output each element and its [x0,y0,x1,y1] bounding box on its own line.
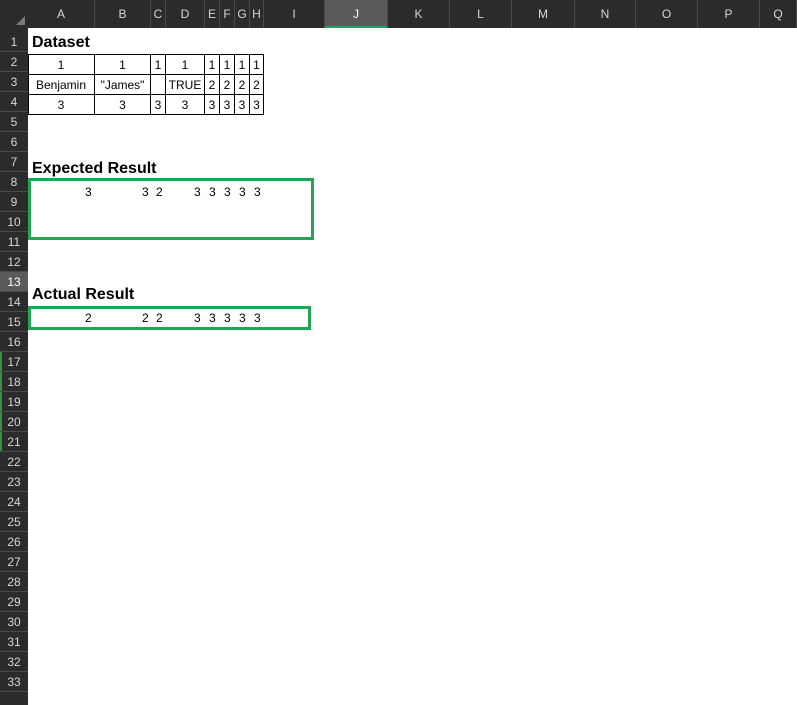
actual-value[interactable]: 3 [209,308,216,328]
column-header-c[interactable]: C [151,0,166,28]
expected-value[interactable]: 3 [254,182,261,202]
row-header-20[interactable]: 20 [0,412,28,432]
row-header-12[interactable]: 12 [0,252,28,272]
expected-value[interactable]: 3 [142,182,149,202]
actual-value[interactable]: 3 [194,308,201,328]
expected-value[interactable]: 2 [156,182,163,202]
heading-actual-result: Actual Result [32,286,135,303]
row-header-23[interactable]: 23 [0,472,28,492]
select-all-corner[interactable] [0,0,28,28]
column-header-i[interactable]: I [264,0,325,28]
row-header-31[interactable]: 31 [0,632,28,652]
row-header-8[interactable]: 8 [0,172,28,192]
row-header-21[interactable]: 21 [0,432,28,452]
dataset-cell-e-row4[interactable]: 3 [205,95,220,115]
actual-value[interactable]: 3 [239,308,246,328]
expected-value[interactable]: 3 [85,182,92,202]
column-header-h[interactable]: H [250,0,264,28]
dataset-cell-d-row4[interactable]: 3 [166,95,205,115]
dataset-cell-e-row3[interactable]: 2 [205,75,220,95]
column-header-n[interactable]: N [575,0,636,28]
row-header-26[interactable]: 26 [0,532,28,552]
column-header-e[interactable]: E [205,0,220,28]
row-header-5[interactable]: 5 [0,112,28,132]
column-header-d[interactable]: D [166,0,205,28]
row-header-18[interactable]: 18 [0,372,28,392]
expected-value[interactable]: 3 [209,182,216,202]
row-header-14[interactable]: 14 [0,292,28,312]
row-header-16[interactable]: 16 [0,332,28,352]
dataset-cell-h-row3[interactable]: 2 [250,75,264,95]
row-header-25[interactable]: 25 [0,512,28,532]
dataset-cell-e-row2[interactable]: 1 [205,55,220,75]
dataset-cell-a-row4[interactable]: 3 [28,95,95,115]
column-header-g[interactable]: G [235,0,250,28]
row-header-4[interactable]: 4 [0,92,28,112]
actual-value[interactable]: 3 [224,308,231,328]
dataset-cell-b-row2[interactable]: 1 [95,55,151,75]
row-header-9[interactable]: 9 [0,192,28,212]
heading-expected-result: Expected Result [32,160,157,177]
column-header-j[interactable]: J [325,0,388,28]
expected-value[interactable]: 3 [224,182,231,202]
dataset-cell-a-row2[interactable]: 1 [28,55,95,75]
column-header-l[interactable]: L [450,0,512,28]
row-header-17[interactable]: 17 [0,352,28,372]
dataset-cell-c-row3[interactable] [151,75,166,95]
column-header-q[interactable]: Q [760,0,797,28]
row-header-15[interactable]: 15 [0,312,28,332]
dataset-cell-d-row2[interactable]: 1 [166,55,205,75]
row-header-32[interactable]: 32 [0,652,28,672]
row-header-22[interactable]: 22 [0,452,28,472]
dataset-cell-c-row2[interactable]: 1 [151,55,166,75]
row-header-11[interactable]: 11 [0,232,28,252]
dataset-cell-h-row2[interactable]: 1 [250,55,264,75]
row-header-2[interactable]: 2 [0,52,28,72]
dataset-cell-g-row4[interactable]: 3 [235,95,250,115]
row-header-6[interactable]: 6 [0,132,28,152]
dataset-cell-f-row4[interactable]: 3 [220,95,235,115]
actual-value[interactable]: 2 [156,308,163,328]
row-header-3[interactable]: 3 [0,72,28,92]
dataset-cell-f-row3[interactable]: 2 [220,75,235,95]
spreadsheet[interactable]: ABCDEFGHIJKLMNOPQ 1 2 3 4 5 6 7 8 9 10 11 12 13 14 15 1… [0,0,797,705]
row-header-33[interactable]: 33 [0,672,28,692]
column-header-a[interactable]: A [28,0,95,28]
expected-value[interactable]: 3 [194,182,201,202]
column-header-m[interactable]: M [512,0,575,28]
actual-value[interactable]: 2 [142,308,149,328]
column-header-o[interactable]: O [636,0,698,28]
column-header-f[interactable]: F [220,0,235,28]
heading-dataset: Dataset [32,34,90,51]
dataset-cell-b-row4[interactable]: 3 [95,95,151,115]
row-header-7[interactable]: 7 [0,152,28,172]
row-header-27[interactable]: 27 [0,552,28,572]
select-all-icon [16,16,25,25]
dataset-cell-b-row3[interactable]: "James" [95,75,151,95]
row-header-29[interactable]: 29 [0,592,28,612]
actual-value[interactable]: 2 [85,308,92,328]
row-header-28[interactable]: 28 [0,572,28,592]
row-header-13[interactable]: 13 [0,272,28,292]
expected-value[interactable]: 3 [239,182,246,202]
dataset-cell-g-row2[interactable]: 1 [235,55,250,75]
dataset-cell-d-row3[interactable]: TRUE [166,75,205,95]
dataset-cell-h-row4[interactable]: 3 [250,95,264,115]
actual-value[interactable]: 3 [254,308,261,328]
column-header-p[interactable]: P [698,0,760,28]
row-header-19[interactable]: 19 [0,392,28,412]
dataset-cell-a-row3[interactable]: Benjamin [28,75,95,95]
actual-result-box [28,306,311,330]
row-header-30[interactable]: 30 [0,612,28,632]
expected-result-box [28,178,314,240]
dataset-cell-c-row4[interactable]: 3 [151,95,166,115]
dataset-cell-f-row2[interactable]: 1 [220,55,235,75]
row-header-1[interactable]: 1 [0,32,28,52]
dataset-cell-g-row3[interactable]: 2 [235,75,250,95]
row-header-10[interactable]: 10 [0,212,28,232]
row-header-24[interactable]: 24 [0,492,28,512]
column-header-k[interactable]: K [388,0,450,28]
column-header-b[interactable]: B [95,0,151,28]
